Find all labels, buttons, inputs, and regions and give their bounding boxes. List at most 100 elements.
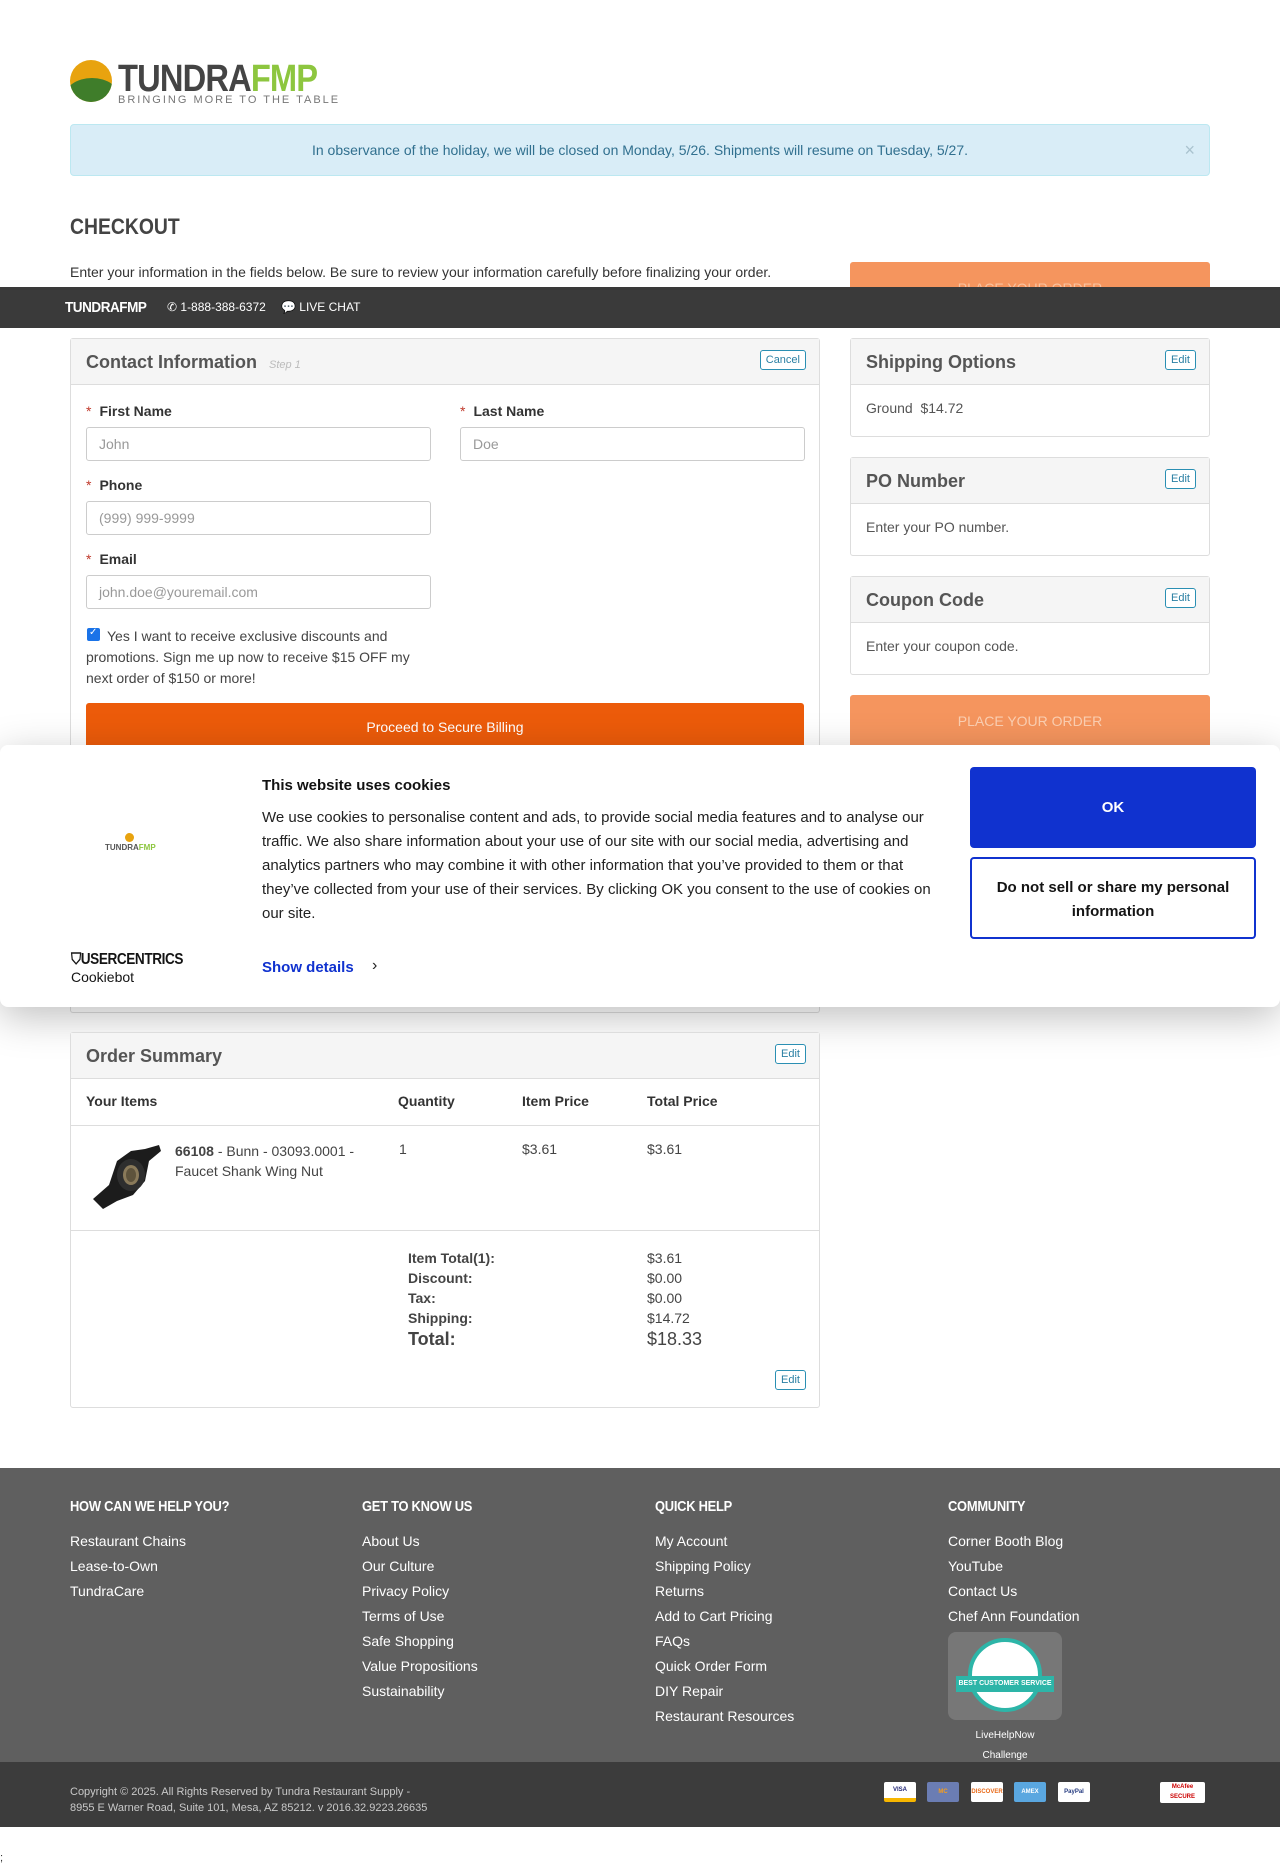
footer-col-title: GET TO KNOW US <box>362 1498 473 1515</box>
order-summary-title: Order Summary <box>86 1046 223 1066</box>
do-not-sell-button[interactable]: Do not sell or share my personal informa… <box>970 857 1256 939</box>
footer-link[interactable]: Corner Booth Blog <box>948 1529 1080 1554</box>
hidden-panel-edge <box>70 1006 820 1013</box>
footer-bottom-bar: Copyright © 2025. All Rights Reserved by… <box>0 1762 1280 1827</box>
footer-link[interactable]: DIY Repair <box>655 1679 794 1704</box>
cancel-button[interactable]: Cancel <box>759 350 806 370</box>
amex-icon: AMEX <box>1014 1782 1046 1802</box>
phone-label: * Phone <box>86 477 143 493</box>
contact-panel-header: Contact Information Step 1 Cancel <box>71 339 819 385</box>
item-total-label: Item Total(1): <box>408 1250 495 1266</box>
divider <box>71 1125 819 1126</box>
shipping-edit-button[interactable]: Edit <box>1165 350 1196 370</box>
footer-link[interactable]: TundraCare <box>70 1579 255 1604</box>
footer-link[interactable]: Terms of Use <box>362 1604 490 1629</box>
order-summary-bottom-edit-button[interactable]: Edit <box>775 1370 806 1390</box>
cookie-ok-button[interactable]: OK <box>970 767 1256 848</box>
visa-icon: VISA <box>884 1782 916 1802</box>
sticky-brand[interactable]: TUNDRAFMP <box>65 299 147 316</box>
page-title: CHECKOUT <box>70 214 180 239</box>
coupon-code-title: Coupon Code <box>866 590 984 610</box>
logo-tagline: BRINGING MORE TO THE TABLE <box>118 94 341 106</box>
footer-link[interactable]: Contact Us <box>948 1579 1080 1604</box>
discount-label: Discount: <box>408 1270 473 1286</box>
chevron-right-icon[interactable]: › <box>372 957 377 975</box>
product-thumbnail[interactable] <box>87 1141 163 1213</box>
footer-link[interactable]: Shipping Policy <box>655 1554 794 1579</box>
footer-col-help: HOW CAN WE HELP YOU? Restaurant Chains L… <box>70 1498 255 1604</box>
discount-value: $0.00 <box>647 1270 683 1286</box>
column-header-total-price: Total Price <box>647 1093 718 1109</box>
footer-link[interactable]: Safe Shopping <box>362 1629 490 1654</box>
mcafee-secure-icon[interactable]: McAfee SECURE <box>1160 1782 1205 1803</box>
first-name-label: * First Name <box>86 403 172 419</box>
proceed-to-billing-button[interactable]: Proceed to Secure Billing <box>86 703 804 751</box>
footer-link[interactable]: Privacy Policy <box>362 1579 490 1604</box>
cookie-consent-banner: TUNDRAFMP This website uses cookies We u… <box>0 745 1280 1007</box>
show-details-link[interactable]: Show details <box>262 959 354 976</box>
grand-total-value: $18.33 <box>647 1329 703 1349</box>
required-mark: * <box>460 403 466 419</box>
cookie-banner-text: We use cookies to personalise content an… <box>262 809 931 922</box>
footer-link[interactable]: My Account <box>655 1529 794 1554</box>
item-quantity: 1 <box>399 1141 407 1157</box>
cookie-banner-site-logo: TUNDRAFMP <box>105 833 156 855</box>
logo-mark-icon <box>70 60 112 102</box>
tax-label: Tax: <box>408 1290 436 1306</box>
coupon-code-value: Enter your coupon code. <box>866 638 1019 654</box>
footer-link[interactable]: Chef Ann Foundation <box>948 1604 1080 1629</box>
live-chat-link[interactable]: 💬 LIVE CHAT <box>281 300 360 314</box>
footer-link[interactable]: Our Culture <box>362 1554 490 1579</box>
footer-link[interactable]: About Us <box>362 1529 490 1554</box>
footer-link[interactable]: Quick Order Form <box>655 1654 794 1679</box>
usercentrics-logo: ⛉USERCENTRICS <box>71 951 183 968</box>
footer-link[interactable]: Add to Cart Pricing <box>655 1604 794 1629</box>
footer-link[interactable]: Sustainability <box>362 1679 490 1704</box>
place-order-button[interactable]: PLACE YOUR ORDER <box>850 695 1210 747</box>
holiday-notice-text: In observance of the holiday, we will be… <box>311 142 969 158</box>
divider <box>71 1230 819 1231</box>
live-chat-label: LIVE CHAT <box>299 300 361 314</box>
footer-col-title: COMMUNITY <box>948 1498 1026 1515</box>
first-name-field[interactable]: John <box>86 427 431 461</box>
notice-close-icon[interactable]: × <box>1184 125 1195 175</box>
column-header-item-price: Item Price <box>522 1093 589 1109</box>
best-customer-service-badge[interactable]: BEST CUSTOMER SERVICE <box>948 1632 1062 1720</box>
mastercard-icon: MC <box>927 1782 959 1802</box>
copyright-text: Copyright © 2025. All Rights Reserved by… <box>70 1786 428 1814</box>
footer-link[interactable]: YouTube <box>948 1554 1080 1579</box>
footer-col-title: QUICK HELP <box>655 1498 732 1515</box>
footer-link[interactable]: Lease-to-Own <box>70 1554 255 1579</box>
po-edit-button[interactable]: Edit <box>1165 469 1196 489</box>
discover-icon: DISCOVER <box>971 1782 1003 1802</box>
shipping-option-value: Ground $14.72 <box>866 400 964 416</box>
coupon-edit-button[interactable]: Edit <box>1165 588 1196 608</box>
sticky-phone[interactable]: ✆ 1-888-388-6372 <box>167 300 266 314</box>
checkout-intro: Enter your information in the fields bel… <box>70 264 772 280</box>
optin-checkbox[interactable] <box>87 627 100 641</box>
footer-link[interactable]: Restaurant Chains <box>70 1529 255 1554</box>
po-number-value: Enter your PO number. <box>866 519 1010 535</box>
footer-link[interactable]: Value Propositions <box>362 1654 490 1679</box>
item-description[interactable]: 66108 - Bunn - 03093.0001 - Faucet Shank… <box>175 1141 365 1181</box>
shipping-label: Shipping: <box>408 1310 473 1326</box>
contact-information-panel: Contact Information Step 1 Cancel * First … <box>70 338 820 758</box>
coupon-code-panel: Coupon Code Edit Enter your coupon code. <box>850 576 1210 675</box>
chat-icon: 💬 <box>281 300 300 314</box>
site-logo[interactable]: TUNDRAFMP BRINGING MORE TO THE TABLE <box>70 58 338 108</box>
order-summary-edit-button[interactable]: Edit <box>775 1044 806 1064</box>
contact-panel-title: Contact Information <box>86 352 257 372</box>
last-name-field[interactable]: Doe <box>460 427 805 461</box>
badge-caption: LiveHelpNow Challenge <box>975 1730 1035 1761</box>
footer-col-title: HOW CAN WE HELP YOU? <box>70 1498 230 1515</box>
column-header-items: Your Items <box>86 1093 158 1109</box>
logo-mark-icon <box>125 833 134 842</box>
cookiebot-label: Cookiebot <box>71 969 135 985</box>
phone-field[interactable]: (999) 999-9999 <box>86 501 431 535</box>
item-sku: 66108 <box>175 1143 214 1159</box>
footer-link[interactable]: Restaurant Resources <box>655 1704 794 1729</box>
email-field[interactable]: john.doe@youremail.com <box>86 575 431 609</box>
footer-link[interactable]: Returns <box>655 1579 794 1604</box>
footer-col-about: GET TO KNOW US About Us Our Culture Priv… <box>362 1498 490 1704</box>
footer-link[interactable]: FAQs <box>655 1629 794 1654</box>
